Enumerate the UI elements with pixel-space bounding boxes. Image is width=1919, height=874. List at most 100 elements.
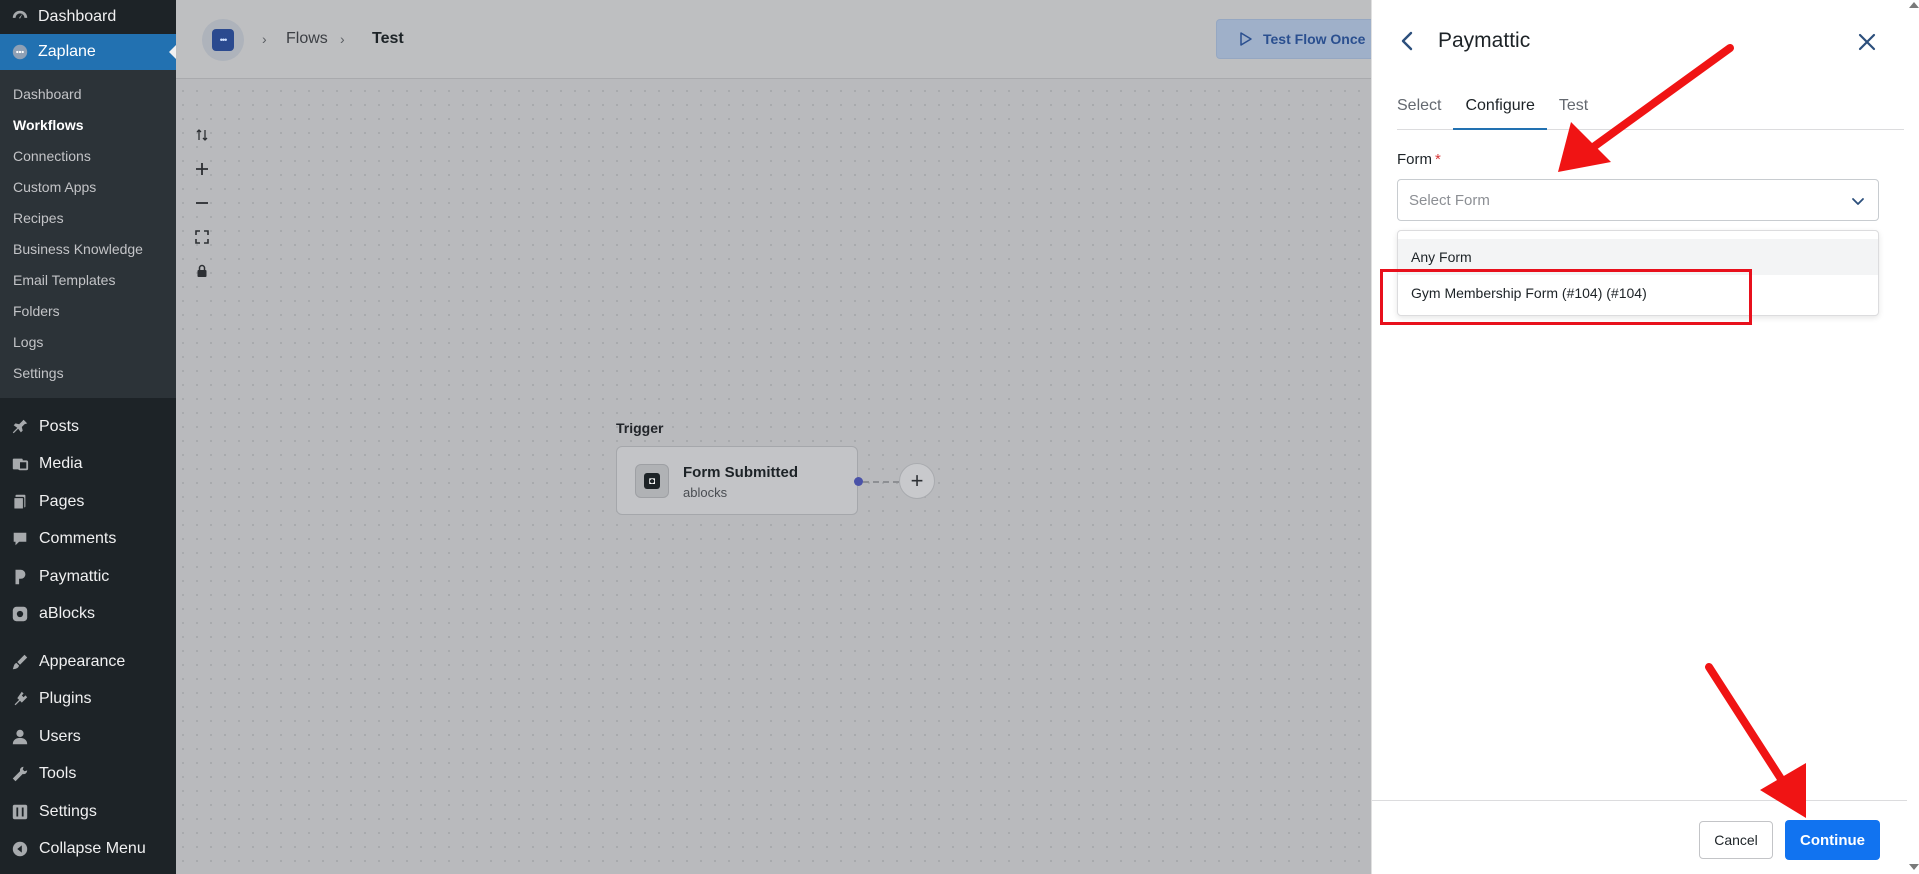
paymattic-icon	[10, 567, 30, 587]
zaplane-submenu: Dashboard Workflows Connections Custom A…	[0, 70, 176, 398]
wp-menu-tools-label: Tools	[39, 765, 77, 783]
chevron-right-icon: ›	[340, 31, 345, 47]
pages-icon	[10, 492, 30, 512]
wp-menu-posts[interactable]: Posts	[0, 408, 176, 446]
canvas-toolbar	[192, 118, 212, 288]
ablocks-node-icon: ◘	[635, 464, 669, 498]
appearance-icon	[10, 652, 30, 672]
chevron-left-icon[interactable]	[1398, 29, 1418, 53]
form-select[interactable]: Select Form	[1397, 179, 1879, 221]
wp-admin-sidebar: Dashboard Zaplane Dashboard Workflows Co…	[0, 0, 177, 874]
continue-button[interactable]: Continue	[1785, 820, 1880, 860]
trigger-node[interactable]: ◘ Form Submitted ablocks	[616, 446, 858, 515]
submenu-folders[interactable]: Folders	[0, 295, 176, 326]
wp-menu-media[interactable]: Media	[0, 446, 176, 484]
play-icon	[1240, 32, 1252, 46]
zaplane-icon	[10, 42, 30, 62]
chevron-down-icon	[1852, 198, 1864, 205]
wp-menu-media-label: Media	[39, 455, 83, 473]
submenu-connections[interactable]: Connections	[0, 140, 176, 171]
zoom-out-icon[interactable]	[192, 186, 212, 220]
submenu-custom-apps[interactable]: Custom Apps	[0, 171, 176, 202]
media-icon	[10, 454, 30, 474]
submenu-logs[interactable]: Logs	[0, 326, 176, 357]
test-flow-once-label: Test Flow Once	[1263, 31, 1366, 47]
trigger-label: Trigger	[616, 420, 664, 436]
wp-menu-settings[interactable]: Settings	[0, 793, 176, 831]
plugins-icon	[10, 689, 30, 709]
fit-view-icon[interactable]	[192, 220, 212, 254]
wp-menu-comments[interactable]: Comments	[0, 521, 176, 559]
wp-menu-tools[interactable]: Tools	[0, 756, 176, 794]
wp-menu-dashboard-label: Dashboard	[38, 8, 117, 25]
form-label-text: Form	[1397, 151, 1432, 168]
wp-menu-ablocks[interactable]: aBlocks	[0, 596, 176, 634]
zoom-in-icon[interactable]	[192, 152, 212, 186]
node-output-port[interactable]	[854, 477, 863, 486]
test-flow-once-button[interactable]: Test Flow Once	[1216, 19, 1386, 59]
panel-tabs: Select Configure Test	[1397, 90, 1904, 130]
scroll-down-arrow-icon[interactable]	[1909, 864, 1919, 870]
configure-panel: Paymattic Select Configure Test Form * Se…	[1371, 0, 1919, 874]
tab-configure[interactable]: Configure	[1453, 90, 1547, 130]
wp-menu-paymattic[interactable]: Paymattic	[0, 558, 176, 596]
pin-icon	[10, 417, 30, 437]
breadcrumb-flows[interactable]: Flows	[286, 30, 328, 48]
breadcrumb-current: Test	[372, 30, 404, 47]
dashboard-icon	[10, 7, 30, 27]
cancel-button[interactable]: Cancel	[1699, 821, 1773, 859]
zaplane-logo-icon: •••	[212, 29, 234, 51]
swap-direction-icon[interactable]	[192, 118, 212, 152]
submenu-workflows[interactable]: Workflows	[0, 109, 176, 140]
panel-footer: Cancel Continue	[1372, 800, 1907, 874]
flow-topbar: ••• › Flows › Test Test Flow Once	[176, 0, 1386, 79]
wp-menu-settings-label: Settings	[39, 802, 97, 820]
submenu-dashboard[interactable]: Dashboard	[0, 78, 176, 109]
wp-menu-zaplane-label: Zaplane	[38, 43, 96, 60]
wp-menu-zaplane[interactable]: Zaplane	[0, 34, 177, 70]
plus-icon: +	[910, 468, 924, 493]
wp-menu-dashboard[interactable]: Dashboard	[0, 0, 176, 34]
add-step-button[interactable]: +	[899, 463, 935, 499]
wp-menu-ablocks-label: aBlocks	[39, 605, 96, 623]
wp-menu-pages-label: Pages	[39, 492, 85, 510]
wp-menu-posts-label: Posts	[39, 417, 80, 435]
wp-menu-collapse-label: Collapse Menu	[39, 840, 146, 858]
wp-menu-plugins[interactable]: Plugins	[0, 681, 176, 719]
form-select-placeholder: Select Form	[1409, 191, 1490, 209]
flow-canvas[interactable]: ••• › Flows › Test Test Flow Once Trigge…	[176, 0, 1386, 874]
submenu-settings[interactable]: Settings	[0, 357, 176, 388]
wp-menu-collapse[interactable]: Collapse Menu	[0, 831, 176, 869]
panel-scrollbar[interactable]	[1907, 0, 1919, 874]
close-icon[interactable]	[1856, 31, 1878, 53]
trigger-node-title: Form Submitted	[683, 464, 798, 481]
collapse-icon	[10, 839, 30, 859]
annotation-highlight-box	[1380, 269, 1752, 325]
tab-select[interactable]: Select	[1397, 90, 1441, 130]
tab-test[interactable]: Test	[1559, 90, 1588, 130]
wp-menu-plugins-label: Plugins	[39, 690, 92, 708]
ablocks-icon	[10, 604, 30, 624]
settings-icon	[10, 802, 30, 822]
wp-menu-comments-label: Comments	[39, 530, 117, 548]
users-icon	[10, 727, 30, 747]
panel-title: Paymattic	[1438, 29, 1531, 52]
wp-menu-paymattic-label: Paymattic	[39, 567, 110, 585]
tools-icon	[10, 764, 30, 784]
comments-icon	[10, 529, 30, 549]
wp-menu-appearance-label: Appearance	[39, 652, 126, 670]
wp-menu-appearance[interactable]: Appearance	[0, 643, 176, 681]
submenu-recipes[interactable]: Recipes	[0, 202, 176, 233]
wp-menu-users-label: Users	[39, 727, 81, 745]
scroll-up-arrow-icon[interactable]	[1909, 2, 1919, 8]
lock-icon[interactable]	[192, 254, 212, 288]
app-logo[interactable]: •••	[202, 19, 244, 61]
trigger-node-subtitle: ablocks	[683, 485, 728, 500]
chevron-right-icon: ›	[262, 31, 267, 47]
wp-menu-users[interactable]: Users	[0, 718, 176, 756]
submenu-email-templates[interactable]: Email Templates	[0, 264, 176, 295]
wp-menu-pages[interactable]: Pages	[0, 483, 176, 521]
node-connector-line	[863, 481, 899, 483]
required-mark: *	[1435, 151, 1441, 168]
submenu-business-knowledge[interactable]: Business Knowledge	[0, 233, 176, 264]
